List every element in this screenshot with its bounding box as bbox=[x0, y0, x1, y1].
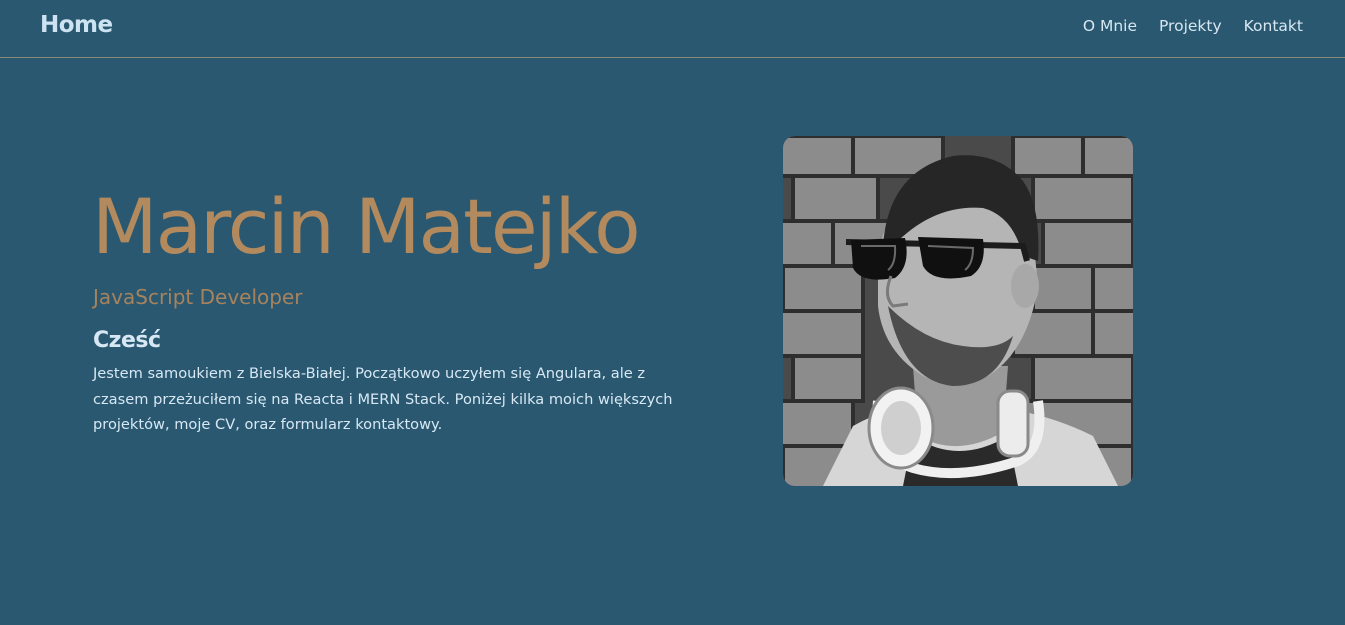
bio-text: Jestem samoukiem z Bielska-Białej. Począ… bbox=[93, 365, 673, 433]
profile-photo bbox=[783, 136, 1133, 486]
nav-link-o-mnie[interactable]: O Mnie bbox=[1083, 17, 1137, 35]
hero-role: JavaScript Developer bbox=[93, 285, 303, 309]
greeting-heading: Cześć bbox=[93, 328, 161, 353]
nav-links: O Mnie Projekty Kontakt bbox=[1083, 17, 1303, 35]
nav-link-projekty[interactable]: Projekty bbox=[1159, 17, 1222, 35]
hero-name: Marcin Matejko bbox=[92, 182, 641, 271]
nav-link-kontakt[interactable]: Kontakt bbox=[1244, 17, 1303, 35]
navbar: Home O Mnie Projekty Kontakt bbox=[0, 0, 1345, 58]
home-link[interactable]: Home bbox=[40, 12, 113, 38]
profile-photo-illustration bbox=[783, 136, 1133, 486]
